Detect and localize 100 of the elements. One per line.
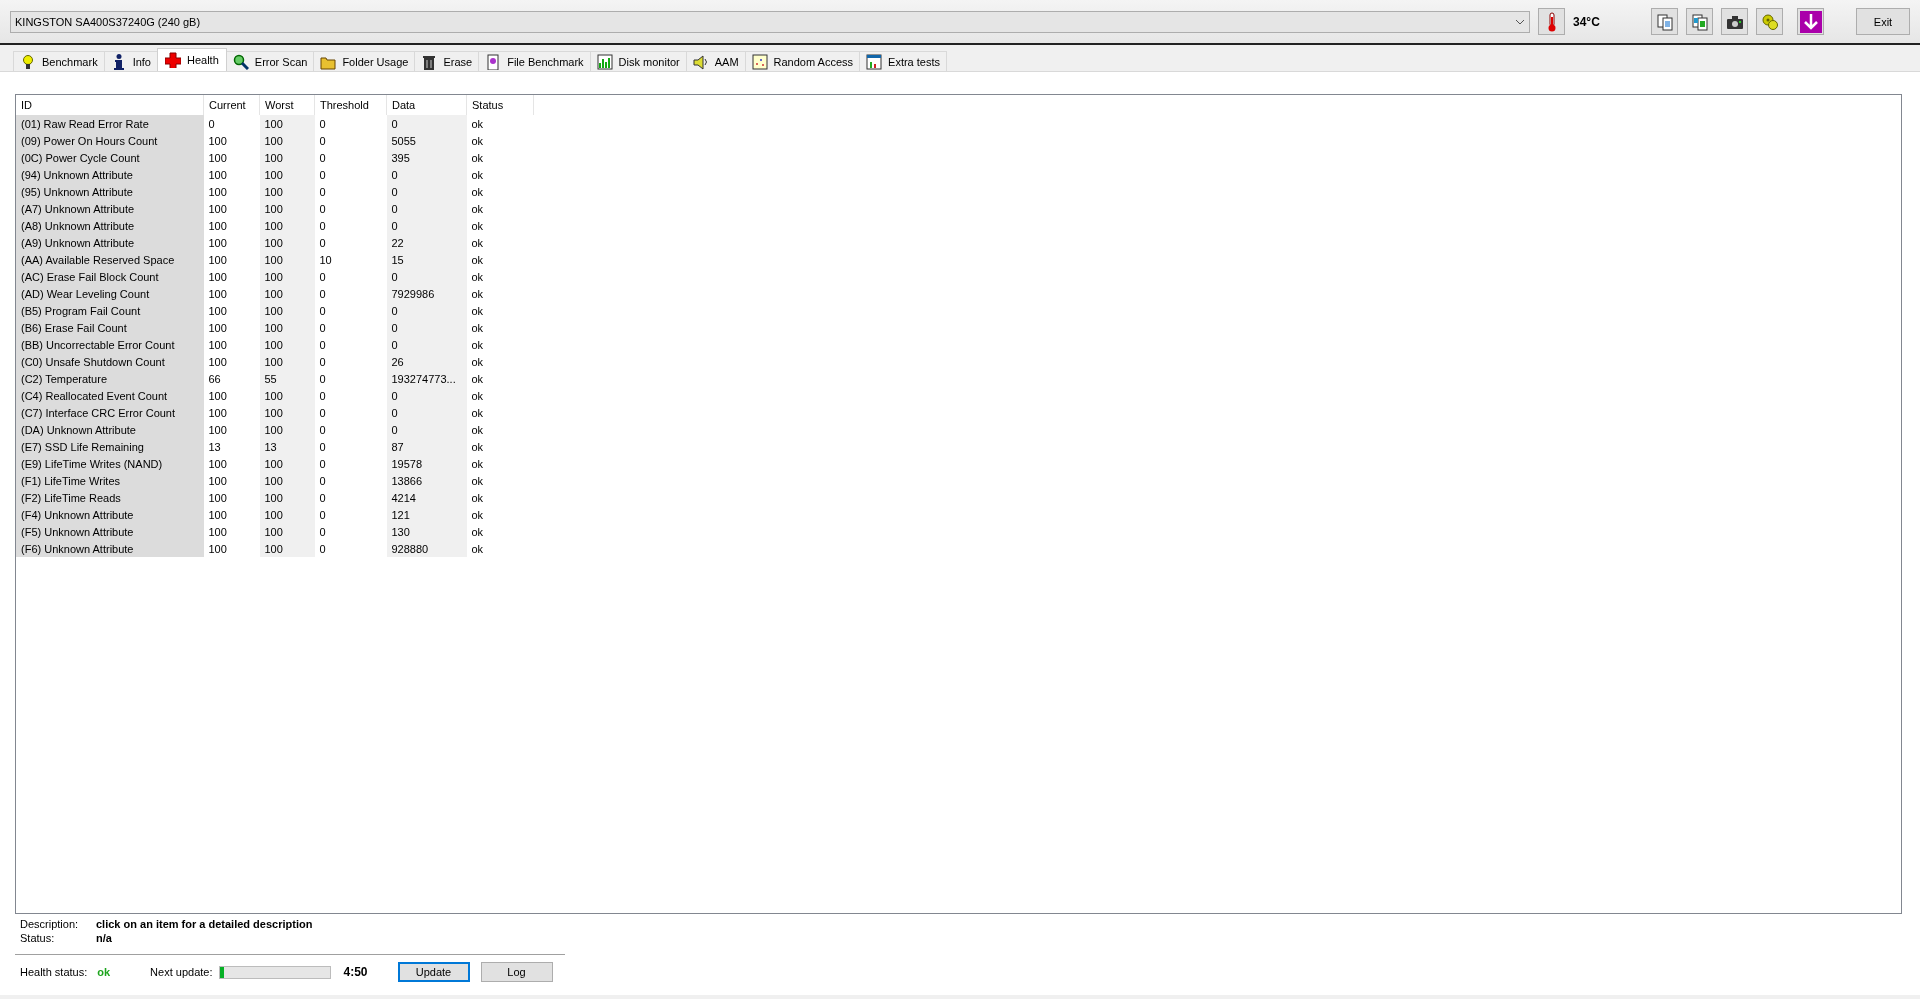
table-cell: 0 (314, 285, 387, 302)
table-cell: 0 (386, 115, 467, 132)
table-cell: 13 (203, 438, 260, 455)
tab[interactable]: AAM (685, 51, 746, 71)
table-cell: (BB) Uncorrectable Error Count (16, 336, 204, 353)
table-cell: 928880 (386, 540, 467, 557)
table-cell: (A9) Unknown Attribute (16, 234, 204, 251)
copy-text-button[interactable] (1651, 8, 1678, 35)
table-cell: 100 (203, 421, 260, 438)
table-cell: 0 (314, 506, 387, 523)
table-cell: 100 (203, 234, 260, 251)
table-cell: (C0) Unsafe Shutdown Count (16, 353, 204, 370)
table-cell: (C2) Temperature (16, 370, 204, 387)
health-status-value: ok (97, 966, 111, 978)
cross-icon (165, 52, 181, 68)
table-cell: 100 (203, 472, 260, 489)
table-cell: 100 (259, 166, 315, 183)
description-label: Description: (20, 918, 80, 930)
screenshot-button[interactable] (1721, 8, 1748, 35)
table-cell: 0 (386, 319, 467, 336)
table-cell: 100 (259, 132, 315, 149)
table-cell: 100 (259, 115, 315, 132)
download-button[interactable] (1797, 8, 1824, 35)
table-cell: 0 (386, 421, 467, 438)
table-cell: ok (466, 268, 534, 285)
table-cell: ok (466, 200, 534, 217)
table-cell: 100 (259, 472, 315, 489)
table-cell: 13866 (386, 472, 467, 489)
table-cell: ok (466, 506, 534, 523)
column-header[interactable]: ID (16, 95, 204, 115)
table-cell: 100 (203, 149, 260, 166)
table-cell: 0 (314, 132, 387, 149)
tab[interactable]: Erase (414, 51, 480, 71)
table-cell: 100 (259, 319, 315, 336)
table-cell: 100 (259, 336, 315, 353)
log-button[interactable]: Log (480, 962, 553, 982)
table-cell: 100 (259, 455, 315, 472)
table-cell: 130 (386, 523, 467, 540)
copy-image-button[interactable] (1686, 8, 1713, 35)
table-cell: 100 (203, 540, 260, 557)
images-icon (1690, 12, 1709, 31)
table-cell: ok (466, 149, 534, 166)
table-cell: 0 (314, 540, 387, 557)
table-cell: 100 (203, 302, 260, 319)
table-cell: 100 (203, 387, 260, 404)
table-cell: 0 (386, 183, 467, 200)
tab[interactable]: Info (103, 51, 158, 71)
thermometer-button[interactable] (1538, 8, 1565, 35)
table-cell: 100 (203, 200, 260, 217)
table-cell: 100 (259, 353, 315, 370)
column-header[interactable]: Data (386, 95, 467, 115)
table-cell: (C4) Reallocated Event Count (16, 387, 204, 404)
table-cell: ok (466, 404, 534, 421)
tab[interactable]: Disk monitor (589, 51, 687, 71)
tab[interactable]: Error Scan (225, 51, 315, 71)
column-header[interactable]: Status (466, 95, 534, 115)
table-cell: 100 (259, 234, 315, 251)
exit-button[interactable]: Exit (1856, 8, 1910, 35)
column-header[interactable]: Worst (259, 95, 315, 115)
table-cell: ok (466, 234, 534, 251)
column-header[interactable]: Current (203, 95, 260, 115)
table-cell: ok (466, 319, 534, 336)
table-cell: 0 (314, 421, 387, 438)
table-cell: 395 (386, 149, 467, 166)
table-cell: ok (466, 540, 534, 557)
table-cell: 100 (259, 506, 315, 523)
lightbulb-icon (20, 53, 36, 70)
table-cell: 0 (314, 217, 387, 234)
tab[interactable]: Health (157, 48, 227, 71)
column-header[interactable]: Threshold (314, 95, 387, 115)
chevron-down-icon (1515, 18, 1525, 25)
table-cell: 55 (259, 370, 315, 387)
table-cell: 0 (314, 115, 387, 132)
table-cell: 100 (259, 404, 315, 421)
options-button[interactable] (1756, 8, 1783, 35)
table-cell: 0 (314, 149, 387, 166)
table-cell: ok (466, 421, 534, 438)
table-cell: 100 (259, 540, 315, 557)
table-cell: (DA) Unknown Attribute (16, 421, 204, 438)
table-cell: (F5) Unknown Attribute (16, 523, 204, 540)
table-cell: ok (466, 166, 534, 183)
table-cell: 100 (203, 217, 260, 234)
table-cell: 193274773... (386, 370, 467, 387)
table-cell: 100 (203, 132, 260, 149)
table-cell: 100 (203, 251, 260, 268)
table-cell: 100 (259, 149, 315, 166)
table-cell: 0 (314, 166, 387, 183)
table-cell: 100 (203, 455, 260, 472)
update-button[interactable]: Update (397, 962, 470, 982)
table-cell: 100 (203, 353, 260, 370)
table-cell: ok (466, 489, 534, 506)
countdown-time: 4:50 (343, 965, 368, 979)
tab[interactable]: Benchmark (13, 51, 105, 71)
table-cell: 0 (386, 217, 467, 234)
tab[interactable]: Folder Usage (313, 51, 416, 71)
table-cell: (09) Power On Hours Count (16, 132, 204, 149)
tab[interactable]: File Benchmark (478, 51, 591, 71)
tab[interactable]: Extra tests (859, 51, 947, 71)
tab[interactable]: Random Access (744, 51, 861, 71)
drive-dropdown[interactable]: KINGSTON SA400S37240G (240 gB) (10, 10, 1530, 33)
